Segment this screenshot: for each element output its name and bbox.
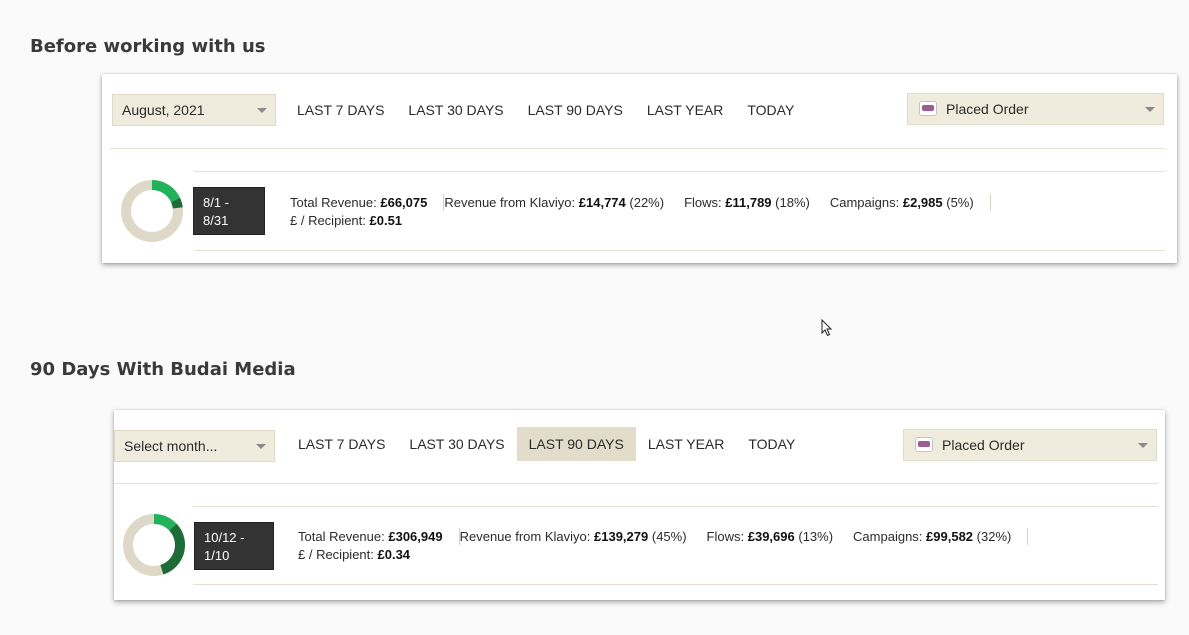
month-select-value: August, 2021	[122, 102, 205, 118]
divider	[194, 250, 1165, 251]
campaigns-pct: (5%)	[946, 194, 974, 210]
date-range-tabs: LAST 7 DAYS LAST 30 DAYS LAST 90 DAYS LA…	[285, 93, 806, 127]
klaviyo-revenue: Revenue from Klaviyo: £14,774 (22%)	[444, 195, 680, 210]
tab-today[interactable]: TODAY	[736, 427, 807, 461]
event-select-value: Placed Order	[942, 437, 1025, 453]
campaigns-value: £99,582	[926, 528, 974, 544]
date-range-tabs: LAST 7 DAYS LAST 30 DAYS LAST 90 DAYS LA…	[286, 427, 807, 461]
tab-last-90-days[interactable]: LAST 90 DAYS	[516, 93, 635, 127]
mouse-cursor-icon	[821, 319, 833, 337]
date-range-end: 1/10	[204, 548, 230, 563]
flows-value: £11,789	[725, 194, 772, 210]
per-recipient: £ / Recipient: £0.51	[290, 213, 418, 228]
month-select-value: Select month...	[124, 438, 218, 454]
flows-label: Flows:	[684, 194, 722, 210]
klaviyo-revenue-pct: (45%)	[651, 528, 687, 544]
revenue-donut-chart	[121, 180, 183, 242]
tab-last-year[interactable]: LAST YEAR	[636, 427, 737, 461]
campaigns-pct: (32%)	[976, 528, 1012, 544]
total-revenue: Total Revenue: £306,949	[298, 529, 459, 544]
chevron-down-icon	[256, 444, 266, 449]
tab-last-7-days[interactable]: LAST 7 DAYS	[285, 93, 396, 127]
date-range-start: 10/12 -	[204, 530, 245, 545]
campaigns-revenue: Campaigns: £99,582 (32%)	[849, 529, 1027, 544]
chevron-down-icon	[1145, 107, 1155, 112]
revenue-stats: Total Revenue: £306,949 Revenue from Kla…	[298, 527, 1029, 563]
tab-today[interactable]: TODAY	[735, 93, 806, 127]
date-range-end: 8/31	[203, 213, 229, 228]
date-range-badge: 10/12 - 1/10	[194, 522, 274, 570]
separator	[989, 193, 991, 211]
flows-revenue: Flows: £11,789 (18%)	[680, 195, 826, 210]
divider	[114, 483, 1158, 484]
chevron-down-icon	[257, 108, 267, 113]
flows-revenue: Flows: £39,696 (13%)	[703, 529, 850, 544]
event-select-value: Placed Order	[946, 101, 1029, 117]
total-revenue-value: £66,075	[380, 194, 428, 210]
tab-last-30-days[interactable]: LAST 30 DAYS	[396, 93, 515, 127]
revenue-donut-chart	[123, 514, 185, 576]
total-revenue-value: £306,949	[388, 528, 443, 544]
per-recipient-label: £ / Recipient:	[290, 212, 366, 228]
flows-pct: (18%)	[775, 194, 810, 210]
revenue-card: Select month... LAST 7 DAYS LAST 30 DAYS…	[114, 410, 1165, 600]
klaviyo-revenue-label: Revenue from Klaviyo:	[444, 194, 576, 210]
woocommerce-icon	[919, 101, 937, 116]
flows-label: Flows:	[706, 528, 745, 544]
total-revenue-label: Total Revenue:	[298, 528, 385, 544]
section-title: 90 Days With Budai Media	[30, 359, 296, 380]
per-recipient-value: £0.34	[377, 546, 411, 562]
total-revenue-label: Total Revenue:	[290, 194, 377, 210]
divider	[193, 584, 1158, 585]
campaigns-value: £2,985	[902, 194, 943, 210]
month-select[interactable]: August, 2021	[112, 94, 276, 126]
event-select[interactable]: Placed Order	[903, 429, 1157, 461]
per-recipient-label: £ / Recipient:	[298, 546, 374, 562]
woocommerce-icon	[915, 437, 933, 452]
date-range-badge: 8/1 - 8/31	[193, 187, 265, 235]
chevron-down-icon	[1138, 443, 1148, 448]
date-range-start: 8/1 -	[203, 195, 230, 210]
tab-last-90-days[interactable]: LAST 90 DAYS	[516, 427, 636, 461]
campaigns-label: Campaigns:	[829, 194, 900, 210]
per-recipient: £ / Recipient: £0.34	[298, 547, 426, 562]
tab-last-30-days[interactable]: LAST 30 DAYS	[397, 427, 516, 461]
flows-pct: (13%)	[798, 528, 834, 544]
tab-last-year[interactable]: LAST YEAR	[635, 93, 736, 127]
divider	[193, 506, 1158, 507]
klaviyo-revenue-pct: (22%)	[629, 194, 665, 210]
total-revenue: Total Revenue: £66,075	[290, 195, 443, 210]
klaviyo-revenue: Revenue from Klaviyo: £139,279 (45%)	[460, 529, 703, 544]
event-select[interactable]: Placed Order	[907, 93, 1164, 125]
revenue-stats: Total Revenue: £66,075 Revenue from Klav…	[290, 193, 991, 229]
klaviyo-revenue-value: £14,774	[578, 194, 626, 210]
tab-last-7-days[interactable]: LAST 7 DAYS	[286, 427, 397, 461]
separator	[1027, 527, 1029, 545]
campaigns-revenue: Campaigns: £2,985 (5%)	[826, 195, 990, 210]
divider	[194, 171, 1165, 172]
revenue-card: August, 2021 LAST 7 DAYS LAST 30 DAYS LA…	[102, 74, 1177, 263]
flows-value: £39,696	[747, 528, 795, 544]
klaviyo-revenue-label: Revenue from Klaviyo:	[459, 528, 591, 544]
divider	[110, 148, 1165, 149]
per-recipient-value: £0.51	[369, 212, 403, 228]
month-select[interactable]: Select month...	[114, 430, 275, 462]
section-title: Before working with us	[30, 36, 266, 57]
campaigns-label: Campaigns:	[853, 528, 923, 544]
klaviyo-revenue-value: £139,279	[594, 528, 649, 544]
